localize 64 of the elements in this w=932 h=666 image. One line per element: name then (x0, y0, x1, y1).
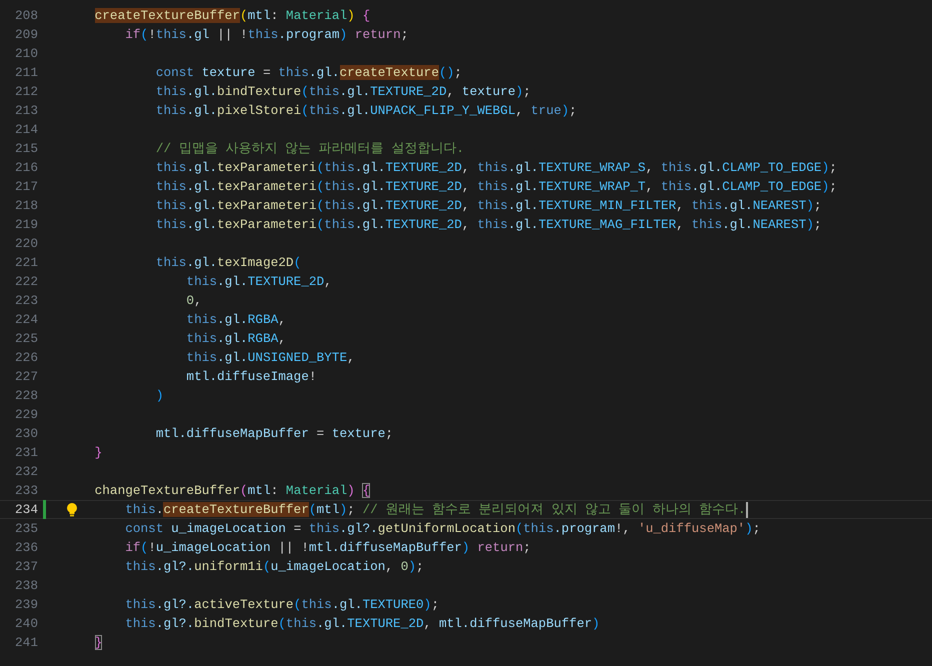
line-number: 234 (14, 501, 38, 519)
code-line: this.gl.texParameteri(this.gl.TEXTURE_2D, this.gl.TEXTURE_WRAP_S, this.gl.CLAMP_TO_EDGE); (154, 159, 837, 177)
line-number: 229 (14, 406, 38, 424)
line-number: 230 (14, 425, 38, 443)
code-line: this.gl?.bindTexture(this.gl.TEXTURE_2D, mtl.diffuseMapBuffer) (124, 615, 600, 633)
line-number: 223 (14, 292, 38, 310)
code-line: this.gl.pixelStorei(this.gl.UNPACK_FLIP_Y_WEBGL, true); (154, 102, 577, 120)
line-number: 239 (14, 596, 38, 614)
line-number: 210 (14, 45, 38, 63)
code-line: if(!this.gl || !this.program) return; (124, 26, 408, 44)
line-number: 219 (14, 216, 38, 234)
line-number: 218 (14, 197, 38, 215)
line-number: 237 (14, 558, 38, 576)
line-number: 226 (14, 349, 38, 367)
line-number: 240 (14, 615, 38, 633)
code-line: } (94, 444, 102, 462)
line-number: 222 (14, 273, 38, 291)
code-line: this.gl?.activeTexture(this.gl.TEXTURE0); (124, 596, 439, 614)
line-number: 215 (14, 140, 38, 158)
code-line: this.gl.RGBA, (185, 311, 286, 329)
code-line: this.gl.bindTexture(this.gl.TEXTURE_2D, texture); (154, 83, 531, 101)
code-line: // 밉맵을 사용하지 않는 파라메터를 설정합니다. (154, 140, 464, 158)
line-number: 225 (14, 330, 38, 348)
code-line: this.gl?.uniform1i(u_imageLocation, 0); (124, 558, 424, 576)
code-line: this.gl.UNSIGNED_BYTE, (185, 349, 355, 367)
line-number: 232 (14, 463, 38, 481)
line-number: 214 (14, 121, 38, 139)
line-number: 227 (14, 368, 38, 386)
lightbulb-icon[interactable] (66, 503, 78, 517)
line-number: 213 (14, 102, 38, 120)
code-line: mtl.diffuseImage! (185, 368, 316, 386)
code-line: } (94, 634, 102, 652)
line-number: 212 (14, 83, 38, 101)
code-line: this.createTextureBuffer(mtl); // 원래는 함수로 분리되어져 있지 않고 둘이 하나의 함수다. (124, 500, 748, 519)
code-line: this.gl.texParameteri(this.gl.TEXTURE_2D, this.gl.TEXTURE_WRAP_T, this.gl.CLAMP_TO_EDGE); (154, 178, 837, 196)
code-line: mtl.diffuseMapBuffer = texture; (154, 425, 394, 443)
line-number: 221 (14, 254, 38, 272)
code-line: if(!u_imageLocation || !mtl.diffuseMapBuffer) return; (124, 539, 531, 557)
line-number: 208 (14, 7, 38, 25)
line-number: 217 (14, 178, 38, 196)
code-line: const u_imageLocation = this.gl?.getUniformLocation(this.program!, 'u_diffuseMap'); (124, 520, 760, 538)
line-number: 216 (14, 159, 38, 177)
line-number: 236 (14, 539, 38, 557)
code-line: ) (154, 387, 164, 405)
line-number: 231 (14, 444, 38, 462)
code-line: changeTextureBuffer(mtl: Material) { (94, 482, 370, 500)
code-line: this.gl.texParameteri(this.gl.TEXTURE_2D, this.gl.TEXTURE_MIN_FILTER, this.gl.NEAREST); (154, 197, 822, 215)
line-number: 238 (14, 577, 38, 595)
code-line: this.gl.texImage2D( (154, 254, 302, 272)
code-line: this.gl.TEXTURE_2D, (185, 273, 332, 291)
code-line: this.gl.RGBA, (185, 330, 286, 348)
modified-line-marker[interactable] (43, 500, 46, 519)
line-number: 235 (14, 520, 38, 538)
line-number: 220 (14, 235, 38, 253)
line-number: 228 (14, 387, 38, 405)
line-number: 209 (14, 26, 38, 44)
code-line: this.gl.texParameteri(this.gl.TEXTURE_2D, this.gl.TEXTURE_MAG_FILTER, this.gl.NEAREST); (154, 216, 822, 234)
line-number: 241 (14, 634, 38, 652)
code-line: createTextureBuffer(mtl: Material) { (94, 7, 370, 25)
line-number: 233 (14, 482, 38, 500)
code-line: const texture = this.gl.createTexture(); (154, 64, 462, 82)
code-line: 0, (185, 292, 202, 310)
line-number: 211 (14, 64, 38, 82)
line-number: 224 (14, 311, 38, 329)
